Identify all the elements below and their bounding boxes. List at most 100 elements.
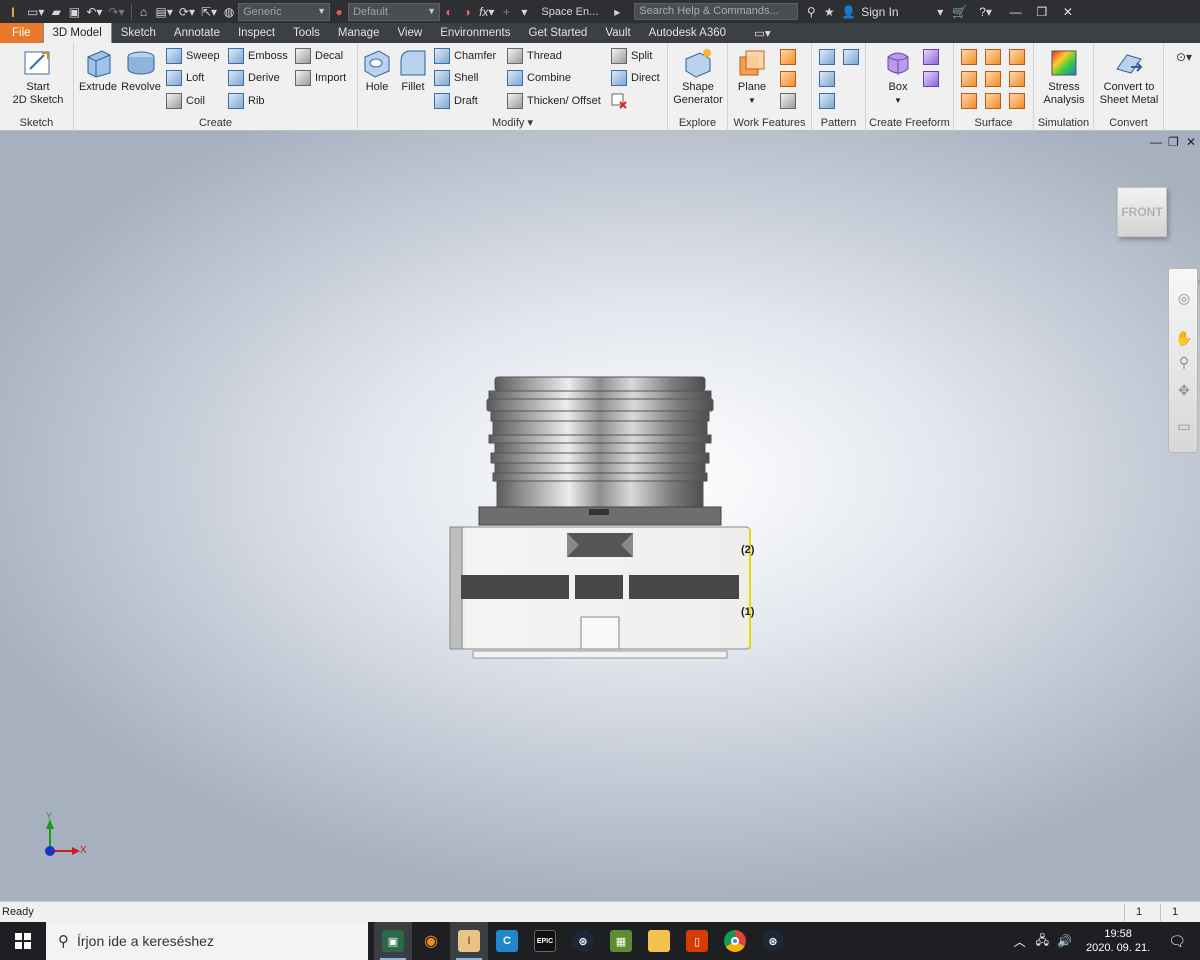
new-file-icon[interactable]: ▭▾	[24, 2, 47, 22]
chamfer-button[interactable]: Chamfer	[434, 46, 496, 66]
viewport-close-button[interactable]: ✕	[1186, 135, 1196, 149]
patch-button[interactable]	[983, 47, 1003, 67]
sculpt-button[interactable]	[1007, 47, 1027, 67]
epic-games-app[interactable]: EPIC	[526, 922, 564, 960]
look-at-icon[interactable]: ▭	[1175, 417, 1193, 435]
start-2d-sketch-button[interactable]: Start 2D Sketch	[10, 47, 66, 107]
task-view-app[interactable]: ▣	[374, 922, 412, 960]
select-icon[interactable]: ⇱▾	[198, 2, 220, 22]
restore-button[interactable]: ❐	[1029, 1, 1055, 23]
mirror-button[interactable]	[841, 47, 861, 67]
tab-annotate[interactable]: Annotate	[165, 23, 229, 43]
trim-button[interactable]	[983, 69, 1003, 89]
tab-autodesk-a360[interactable]: Autodesk A360	[640, 23, 735, 43]
tab-file[interactable]: File	[0, 23, 43, 43]
sketch-driven-pattern-button[interactable]	[817, 91, 837, 111]
customize-icon[interactable]: ▾	[515, 2, 533, 22]
clock[interactable]: 19:58 2020. 09. 21.	[1086, 927, 1150, 955]
undo-icon[interactable]: ↶▾	[83, 2, 105, 22]
save-icon[interactable]: ▣	[65, 2, 83, 22]
inventor-app[interactable]: I	[450, 922, 488, 960]
derive-button[interactable]: Derive	[228, 68, 280, 88]
tab-inspect[interactable]: Inspect	[229, 23, 284, 43]
part-model[interactable]	[445, 371, 775, 671]
thicken-offset-button[interactable]: Thicken/ Offset	[507, 91, 601, 111]
c-app[interactable]: C	[488, 922, 526, 960]
tab-view[interactable]: View	[388, 23, 431, 43]
user-icon[interactable]: 👤	[838, 2, 859, 22]
pan-icon[interactable]: ✋	[1175, 329, 1193, 347]
replace-face-button[interactable]	[959, 91, 979, 111]
sign-in-link[interactable]: Sign In	[861, 5, 931, 19]
hole-button[interactable]: Hole	[362, 47, 392, 94]
office-app[interactable]: ▯	[678, 922, 716, 960]
blender-app[interactable]: ◉	[412, 922, 450, 960]
tab-environments[interactable]: Environments	[431, 23, 519, 43]
chevron-down-icon[interactable]: ▾	[931, 2, 949, 22]
binoculars-icon[interactable]: ⚲	[802, 2, 820, 22]
stress-analysis-button[interactable]: Stress Analysis	[1038, 47, 1090, 107]
graphics-window[interactable]: — ❐ ✕ FRONT ✕ ◎ ✋ ⚲ ✥ ▭ (2) (1) Y X	[0, 131, 1200, 901]
ruled-surface-button[interactable]	[959, 69, 979, 89]
freeform-convert-button[interactable]	[921, 69, 941, 89]
tab-tools[interactable]: Tools	[284, 23, 329, 43]
tab-vault[interactable]: Vault	[596, 23, 639, 43]
draft-button[interactable]: Draft	[434, 91, 478, 111]
loft-button[interactable]: Loft	[166, 68, 204, 88]
extrude-button[interactable]: Extrude	[78, 47, 118, 94]
point-button[interactable]	[778, 69, 798, 89]
redo-icon[interactable]: ↷▾	[105, 2, 127, 22]
taskbar-search-input[interactable]: ⚲ Írjon ide a kereséshez	[46, 922, 368, 960]
chevron-right-icon[interactable]: ▸	[608, 2, 626, 22]
help-search-input[interactable]: Search Help & Commands...	[634, 3, 799, 20]
file-explorer-app[interactable]	[640, 922, 678, 960]
circular-pattern-button[interactable]	[817, 69, 837, 89]
revolve-button[interactable]: Revolve	[120, 47, 162, 94]
coil-button[interactable]: Coil	[166, 91, 205, 111]
notifications-icon[interactable]: 🗨	[1168, 933, 1186, 950]
ribbon-options-icon[interactable]: ▭▾	[745, 23, 780, 43]
delete-face-button[interactable]	[611, 91, 631, 111]
convert-to-sheet-metal-button[interactable]: Convert to Sheet Metal	[1098, 47, 1160, 107]
viewport-restore-button[interactable]: ❐	[1168, 135, 1179, 149]
update-icon[interactable]: ⟳▾	[176, 2, 198, 22]
annotation-2[interactable]: (2)	[741, 544, 754, 556]
tab-get-started[interactable]: Get Started	[520, 23, 597, 43]
repair-bodies-button[interactable]	[983, 91, 1003, 111]
rib-button[interactable]: Rib	[228, 91, 265, 111]
steering-wheel-icon[interactable]: ◎	[1175, 289, 1193, 307]
ucs-button[interactable]	[778, 91, 798, 111]
help-icon[interactable]: ?▾	[976, 2, 995, 22]
chrome-app[interactable]	[716, 922, 754, 960]
clear-appearance-icon[interactable]: ◑	[458, 2, 476, 22]
plane-button[interactable]: Plane ▼	[734, 47, 770, 107]
thread-button[interactable]: Thread	[507, 46, 562, 66]
sweep-button[interactable]: Sweep	[166, 46, 220, 66]
zoom-icon[interactable]: ⚲	[1175, 353, 1193, 371]
parameters-icon[interactable]: fx▾	[476, 2, 497, 22]
inventor-logo-icon[interactable]: I	[2, 1, 24, 23]
fit-mesh-face-button[interactable]	[1007, 91, 1027, 111]
open-file-icon[interactable]: ▰	[47, 2, 65, 22]
close-button[interactable]: ✕	[1055, 1, 1081, 23]
orbit-icon[interactable]: ✥	[1175, 381, 1193, 399]
material-sphere-icon[interactable]: ◍	[220, 2, 238, 22]
steam-app[interactable]: ⊛	[564, 922, 602, 960]
direct-button[interactable]: Direct	[611, 68, 660, 88]
tab-3d-model[interactable]: 3D Model	[42, 23, 112, 43]
emboss-button[interactable]: Emboss	[228, 46, 288, 66]
speaker-icon[interactable]: 🔊	[1057, 934, 1072, 948]
freeform-edit-button[interactable]	[921, 47, 941, 67]
stitch-button[interactable]	[959, 47, 979, 67]
tab-sketch[interactable]: Sketch	[112, 23, 165, 43]
chevron-up-icon[interactable]: ︿	[1014, 933, 1026, 950]
minecraft-app[interactable]: ▦	[602, 922, 640, 960]
print-icon[interactable]: ▤▾	[153, 2, 176, 22]
tab-manage[interactable]: Manage	[329, 23, 389, 43]
panel-label-modify[interactable]: Modify ▾	[358, 116, 667, 130]
minimize-button[interactable]: —	[1003, 1, 1029, 23]
decal-button[interactable]: Decal	[295, 46, 343, 66]
viewcube[interactable]: FRONT	[1117, 187, 1167, 237]
shell-button[interactable]: Shell	[434, 68, 478, 88]
star-icon[interactable]: ★	[820, 2, 838, 22]
